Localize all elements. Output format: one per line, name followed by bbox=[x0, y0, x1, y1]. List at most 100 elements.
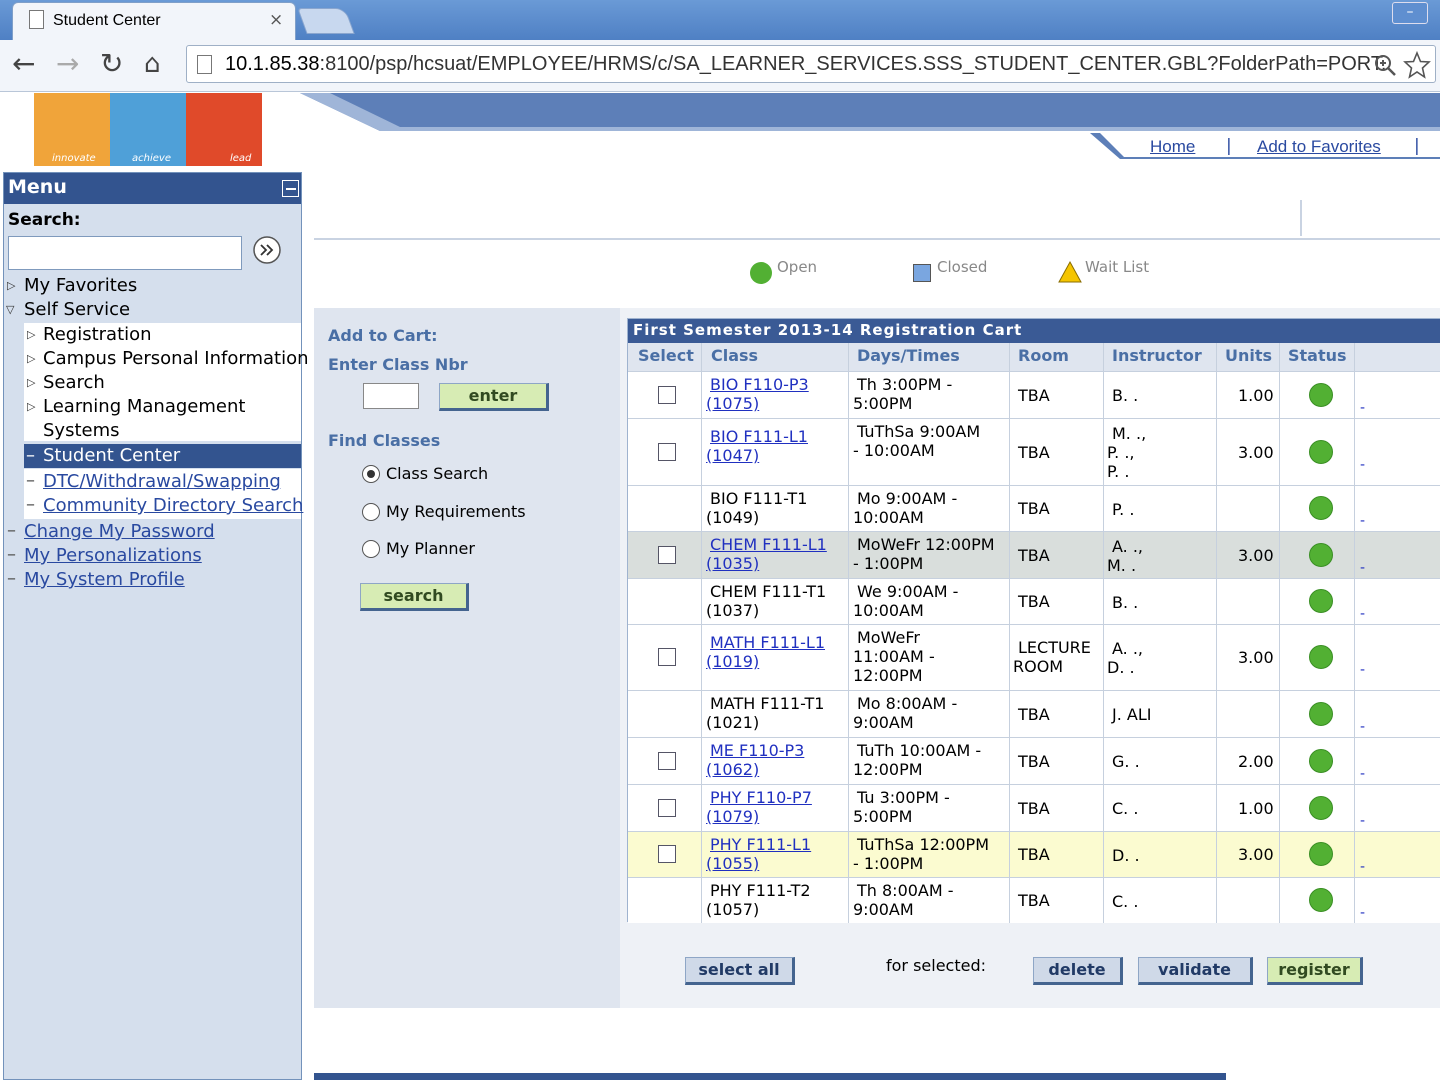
class-nbr-input[interactable] bbox=[363, 383, 419, 409]
class-code[interactable]: BIO F110-P3 bbox=[710, 375, 809, 394]
class-code[interactable]: PHY F110-P7 bbox=[710, 788, 812, 807]
class-times: 9:00AM bbox=[853, 713, 914, 732]
class-number[interactable]: (1019) bbox=[706, 652, 759, 671]
zoom-icon[interactable] bbox=[1373, 53, 1397, 77]
row-action-link[interactable]: - bbox=[1360, 766, 1365, 782]
radio-my-requirements[interactable] bbox=[362, 503, 380, 521]
room: TBA bbox=[1018, 386, 1050, 405]
reload-icon[interactable]: ↻ bbox=[100, 50, 123, 78]
class-code[interactable]: PHY F111-L1 bbox=[710, 835, 811, 854]
class-number[interactable]: (1079) bbox=[706, 807, 759, 826]
class-times: - 1:00PM bbox=[853, 554, 924, 573]
open-status-icon bbox=[1309, 589, 1333, 613]
instructor-line3: P. . bbox=[1107, 462, 1130, 481]
expand-icon[interactable]: ▷ bbox=[27, 352, 35, 365]
expand-icon[interactable]: ▷ bbox=[7, 279, 15, 292]
row-action-link[interactable]: - bbox=[1360, 513, 1365, 529]
row-select-checkbox[interactable] bbox=[658, 845, 676, 863]
url-text[interactable]: 10.1.85.38:8100/psp/hcsuat/EMPLOYEE/HRMS… bbox=[225, 53, 1386, 76]
minimize-icon[interactable]: – bbox=[1392, 2, 1428, 24]
menu-item-student-center[interactable]: Student Center bbox=[43, 445, 180, 466]
row-select-checkbox[interactable] bbox=[658, 648, 676, 666]
forward-icon[interactable]: → bbox=[56, 50, 79, 78]
row-action-link[interactable]: - bbox=[1360, 606, 1365, 622]
row-select-checkbox[interactable] bbox=[658, 799, 676, 817]
menu-item-dtc[interactable]: DTC/Withdrawal/Swapping bbox=[43, 471, 281, 492]
open-status-icon bbox=[1309, 383, 1333, 407]
class-code[interactable]: MATH F111-L1 bbox=[710, 633, 825, 652]
menu-item-learning-mgmt[interactable]: Learning Management bbox=[43, 396, 245, 417]
home-link[interactable]: Home bbox=[1150, 137, 1195, 157]
expand-icon[interactable]: ▷ bbox=[27, 376, 35, 389]
class-number[interactable]: (1062) bbox=[706, 760, 759, 779]
delete-button[interactable]: delete bbox=[1033, 957, 1123, 985]
register-button[interactable]: register bbox=[1267, 957, 1363, 985]
menu-item-self-service[interactable]: Self Service bbox=[24, 299, 130, 320]
enter-button[interactable]: enter bbox=[439, 383, 549, 411]
row-select-checkbox[interactable] bbox=[658, 443, 676, 461]
collapse-icon[interactable] bbox=[282, 180, 299, 197]
class-days: MoWeFr 12:00PM bbox=[857, 535, 995, 554]
home-icon[interactable]: ⌂ bbox=[144, 50, 161, 78]
menu-item-change-password[interactable]: Change My Password bbox=[24, 521, 215, 542]
menu-item-search[interactable]: Search bbox=[43, 372, 105, 393]
left-menu: Menu Search: ▷ My Favorites ▽ Self Servi… bbox=[3, 172, 309, 1080]
add-to-favorites-link[interactable]: Add to Favorites bbox=[1257, 137, 1381, 157]
class-number[interactable]: (1075) bbox=[706, 394, 759, 413]
select-all-button[interactable]: select all bbox=[685, 957, 795, 985]
class-code[interactable]: BIO F111-L1 bbox=[710, 427, 808, 446]
collapse-tree-icon[interactable]: ▽ bbox=[6, 303, 14, 316]
menu-item-system-profile[interactable]: My System Profile bbox=[24, 569, 185, 590]
class-code: BIO F111-T1 bbox=[710, 489, 808, 508]
row-action-link[interactable]: - bbox=[1360, 400, 1365, 416]
bookmark-star-icon[interactable] bbox=[1403, 51, 1431, 79]
menu-search-input[interactable] bbox=[8, 236, 242, 270]
header-banner bbox=[300, 93, 1440, 131]
my-requirements-label: My Requirements bbox=[386, 502, 526, 521]
room: TBA bbox=[1018, 752, 1050, 771]
menu-item-favorites[interactable]: My Favorites bbox=[24, 275, 137, 296]
row-action-link[interactable]: - bbox=[1360, 662, 1365, 678]
menu-item-registration[interactable]: Registration bbox=[43, 324, 152, 345]
menu-item-learning-mgmt-line2[interactable]: Systems bbox=[43, 420, 120, 441]
logo-word: lead bbox=[230, 153, 252, 164]
address-bar[interactable]: 10.1.85.38:8100/psp/hcsuat/EMPLOYEE/HRMS… bbox=[186, 45, 1436, 83]
row-select-checkbox[interactable] bbox=[658, 386, 676, 404]
page-icon bbox=[197, 55, 212, 74]
validate-button[interactable]: validate bbox=[1138, 957, 1253, 985]
search-button[interactable]: search bbox=[360, 583, 469, 611]
class-number[interactable]: (1055) bbox=[706, 854, 759, 873]
class-days: Mo 9:00AM - bbox=[857, 489, 958, 508]
row-action-link[interactable]: - bbox=[1360, 905, 1365, 921]
radio-my-planner[interactable] bbox=[362, 540, 380, 558]
class-number[interactable]: (1035) bbox=[706, 554, 759, 573]
row-action-link[interactable]: - bbox=[1360, 560, 1365, 576]
menu-item-campus-info[interactable]: Campus Personal Information bbox=[43, 348, 309, 369]
radio-class-search[interactable] bbox=[362, 465, 380, 483]
new-tab-button[interactable] bbox=[297, 8, 355, 34]
row-action-link[interactable]: - bbox=[1360, 813, 1365, 829]
row-select-checkbox[interactable] bbox=[658, 752, 676, 770]
back-icon[interactable]: ← bbox=[12, 50, 35, 78]
class-code[interactable]: CHEM F111-L1 bbox=[710, 535, 827, 554]
units: 3.00 bbox=[1238, 443, 1274, 462]
class-days: TuTh 10:00AM - bbox=[857, 741, 982, 760]
row-action-link[interactable]: - bbox=[1360, 859, 1365, 875]
menu-title: Menu bbox=[8, 176, 67, 198]
class-code[interactable]: ME F110-P3 bbox=[710, 741, 804, 760]
instructor: B. . bbox=[1112, 593, 1139, 612]
browser-tab[interactable]: Student Center × bbox=[12, 2, 296, 40]
expand-icon[interactable]: ▷ bbox=[27, 400, 35, 413]
search-go-icon[interactable] bbox=[252, 235, 282, 265]
menu-item-community[interactable]: Community Directory Search bbox=[43, 495, 303, 516]
instructor: A. ., bbox=[1112, 639, 1144, 658]
row-action-link[interactable]: - bbox=[1360, 457, 1365, 473]
class-number[interactable]: (1047) bbox=[706, 446, 759, 465]
class-number: (1057) bbox=[706, 900, 760, 919]
tab-title: Student Center bbox=[53, 12, 161, 29]
tab-close-icon[interactable]: × bbox=[269, 10, 283, 30]
row-action-link[interactable]: - bbox=[1360, 719, 1365, 735]
expand-icon[interactable]: ▷ bbox=[27, 328, 35, 341]
menu-item-personalizations[interactable]: My Personalizations bbox=[24, 545, 202, 566]
row-select-checkbox[interactable] bbox=[658, 546, 676, 564]
